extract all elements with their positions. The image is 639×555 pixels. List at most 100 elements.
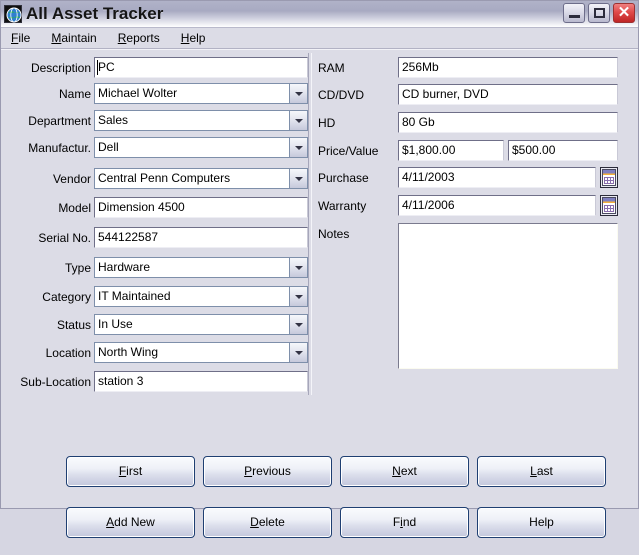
department-combo-value[interactable]: Sales [94,110,289,131]
department-combo[interactable]: Sales [94,110,308,131]
cd-dvd-input[interactable]: CD burner, DVD [398,84,618,105]
label-price-value: Price/Value [318,144,379,158]
label-type: Type [64,261,91,275]
label-warranty: Warranty [318,199,367,213]
category-combo-value[interactable]: IT Maintained [94,286,289,307]
next-button[interactable]: Next [340,456,469,487]
model-input[interactable]: Dimension 4500 [94,197,308,218]
left-form-panel: Description PC Name Michael Wolter Depar… [1,50,309,395]
chevron-down-icon[interactable] [289,110,308,131]
chevron-down-icon[interactable] [289,314,308,335]
close-icon: ✕ [617,4,631,21]
status-combo-value[interactable]: In Use [94,314,289,335]
chevron-down-icon[interactable] [289,286,308,307]
category-combo[interactable]: IT Maintained [94,286,308,307]
find-button[interactable]: Find [340,507,469,538]
maximize-icon [594,8,605,18]
label-name: Name [58,87,91,101]
sub-location-input[interactable]: station 3 [94,371,308,392]
delete-button-label: elete [258,515,285,529]
minimize-icon [569,15,580,18]
find-button-label: F [392,515,401,529]
menu-accel: M [51,31,62,45]
warranty-calendar-icon[interactable] [600,195,618,216]
menu-item-file[interactable]: File [9,30,40,46]
menu-item-label: aintain [61,31,97,45]
serial-no-input[interactable]: 544122587 [94,227,308,248]
manufacturer-combo-value[interactable]: Dell [94,137,289,158]
name-combo[interactable]: Michael Wolter [94,83,308,104]
label-purchase: Purchase [318,171,369,185]
last-button-label: ast [536,464,553,478]
hd-input[interactable]: 80 Gb [398,112,618,133]
label-vendor: Vendor [52,172,91,186]
find-button-label-rest: nd [402,515,417,529]
label-status: Status [56,318,91,332]
chevron-down-icon[interactable] [289,342,308,363]
label-location: Location [45,346,91,360]
menu-item-label: ile [18,31,31,45]
first-button[interactable]: First [66,456,195,487]
minimize-button[interactable] [563,3,585,23]
label-category: Category [42,290,91,304]
label-manufacturer: Manufactur. [28,141,91,155]
menu-item-maintain[interactable]: Maintain [49,30,106,46]
notes-textarea[interactable] [398,223,618,369]
button-bar: First Previous Next Last Add New Delete … [1,395,638,555]
label-model: Model [58,201,91,215]
label-department: Department [28,114,91,128]
ram-input[interactable]: 256Mb [398,57,618,78]
description-input[interactable]: PC [94,57,308,78]
previous-button-label: revious [252,464,291,478]
close-button[interactable]: ✕ [613,3,635,23]
btn-accel: P [244,464,253,478]
menu-item-label: eports [126,31,160,45]
menu-item-reports[interactable]: Reports [116,30,170,46]
last-button[interactable]: Last [477,456,606,487]
add-new-button[interactable]: Add New [66,507,195,538]
vendor-combo[interactable]: Central Penn Computers [94,168,308,189]
delete-button[interactable]: Delete [203,507,332,538]
label-ram: RAM [318,61,345,75]
value-input[interactable]: $500.00 [508,140,618,161]
calendar-glyph [602,197,616,214]
vendor-combo-value[interactable]: Central Penn Computers [94,168,289,189]
chevron-down-icon[interactable] [289,257,308,278]
help-button[interactable]: Help [477,507,606,538]
label-cd-dvd: CD/DVD [318,88,365,102]
type-combo[interactable]: Hardware [94,257,308,278]
type-combo-value[interactable]: Hardware [94,257,289,278]
status-combo[interactable]: In Use [94,314,308,335]
label-description: Description [30,61,91,75]
chevron-down-icon[interactable] [289,137,308,158]
btn-accel: L [530,464,537,478]
previous-button[interactable]: Previous [203,456,332,487]
window-title: All Asset Tracker [26,4,164,23]
calendar-glyph [602,169,616,186]
client-area: Description PC Name Michael Wolter Depar… [1,49,638,538]
purchase-calendar-icon[interactable] [600,167,618,188]
manufacturer-combo[interactable]: Dell [94,137,308,158]
menu-bar: File Maintain Reports Help [1,28,638,49]
menu-item-label: elp [189,31,206,45]
maximize-button[interactable] [588,3,610,23]
purchase-date-input[interactable]: 4/11/2003 [398,167,596,188]
label-sub-location: Sub-Location [20,375,91,389]
btn-accel: A [106,515,115,529]
location-combo[interactable]: North Wing [94,342,308,363]
next-button-label: ext [400,464,417,478]
btn-accel: D [250,515,259,529]
location-combo-value[interactable]: North Wing [94,342,289,363]
label-hd: HD [318,116,336,130]
label-serial-no: Serial No. [38,231,91,245]
first-button-label: irst [126,464,143,478]
window-controls: ✕ [563,3,635,23]
warranty-date-input[interactable]: 4/11/2006 [398,195,596,216]
name-combo-value[interactable]: Michael Wolter [94,83,289,104]
chevron-down-icon[interactable] [289,168,308,189]
chevron-down-icon[interactable] [289,83,308,104]
menu-item-help[interactable]: Help [179,30,216,46]
btn-accel: N [392,464,401,478]
globe-icon [4,5,22,23]
price-input[interactable]: $1,800.00 [398,140,504,161]
